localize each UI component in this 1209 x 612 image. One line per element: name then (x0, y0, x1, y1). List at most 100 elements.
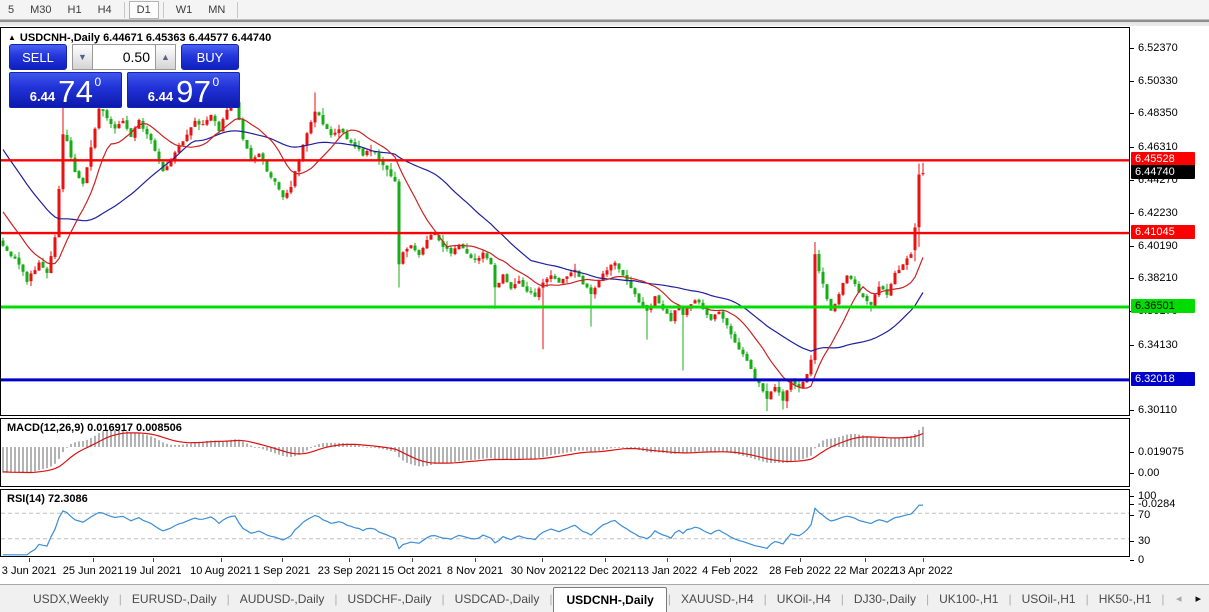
date-label: 30 Nov 2021 (510, 565, 574, 577)
axis-tick (1130, 541, 1134, 542)
date-label: 23 Sep 2021 (317, 565, 381, 577)
axis-tick (1130, 213, 1134, 214)
axis-price-label: 6.50330 (1138, 75, 1178, 87)
axis-tick (1130, 345, 1134, 346)
timeframe-button-5[interactable]: 5 (0, 1, 22, 19)
axis-price-label: 6.42230 (1138, 207, 1178, 219)
axis-tick (1130, 180, 1134, 181)
timeframe-toolbar: 5 M30 H1 H4 D1 W1 MN (0, 0, 1209, 20)
axis-price-label: 0 (1138, 554, 1145, 566)
date-tick (412, 558, 413, 562)
date-label: 22 Dec 2021 (573, 565, 637, 577)
price-tag: 6.36501 (1131, 299, 1195, 313)
symbol-tab-ukoil-h4[interactable]: UKOil-,H4 (768, 587, 840, 611)
axis-tick (1130, 473, 1134, 474)
axis-tick (1130, 81, 1134, 82)
axis-tick (1130, 246, 1134, 247)
date-tick (475, 558, 476, 562)
axis-tick (1130, 504, 1134, 505)
collapse-arrow-icon[interactable]: ▲ (8, 33, 16, 42)
symbol-tab-dj30-daily[interactable]: DJ30-,Daily (845, 587, 925, 611)
date-label: 28 Feb 2022 (769, 565, 831, 577)
sell-price-point: 0 (94, 75, 102, 89)
tab-scroll-controls: ◂ ▸ (1168, 585, 1209, 612)
symbol-tab-eurusd-daily[interactable]: EURUSD-,Daily (123, 587, 226, 611)
toolbar-separator (162, 1, 164, 18)
chart-title: ▲ USDCNH-,Daily 6.44671 6.45363 6.44577 6… (8, 32, 271, 44)
axis-tick (1130, 452, 1134, 453)
symbol-tab-uk100-h1[interactable]: UK100-,H1 (930, 587, 1007, 611)
volume-input[interactable] (93, 44, 155, 70)
rsi-label: RSI(14) 72.3086 (7, 493, 88, 505)
date-tick (800, 558, 801, 562)
buy-button[interactable]: BUY (181, 44, 239, 70)
date-tick (542, 558, 543, 562)
symbol-tab-usdcad-daily[interactable]: USDCAD-,Daily (446, 587, 549, 611)
timeframe-button-w1[interactable]: W1 (168, 1, 201, 19)
axis-tick (1130, 410, 1134, 411)
date-tick (153, 558, 154, 562)
timeframe-button-mn[interactable]: MN (200, 1, 233, 19)
axis-tick (1130, 113, 1134, 114)
axis-price-label: 0.019075 (1138, 446, 1184, 458)
price-chart-panel: ▲ USDCNH-,Daily 6.44671 6.45363 6.44577 6… (0, 27, 1130, 416)
axis-tick (1130, 278, 1134, 279)
date-label: 4 Feb 2022 (702, 565, 758, 577)
axis-price-label: 6.52370 (1138, 42, 1178, 54)
axis-price-label: 0.00 (1138, 467, 1160, 479)
timeframe-button-m30[interactable]: M30 (22, 1, 59, 19)
sell-price-prefix: 6.44 (29, 88, 56, 104)
price-axis: 6.52370 6.50330 6.48350 6.46310 6.44270 6.422… (1130, 27, 1209, 584)
buy-price-point: 0 (212, 75, 220, 89)
timeframe-button-h4[interactable]: H4 (90, 1, 120, 19)
symbol-tab-usoil-h1[interactable]: USOil-,H1 (1013, 587, 1085, 611)
date-label: 1 Sep 2021 (253, 565, 311, 577)
volume-increase-button[interactable]: ▲ (155, 44, 176, 70)
date-label: 25 Jun 2021 (62, 565, 124, 577)
axis-tick (1130, 496, 1134, 497)
sell-price-pips: 74 (58, 73, 94, 109)
date-label: 13 Apr 2022 (893, 565, 953, 577)
axis-tick (1130, 147, 1134, 148)
tabs-scroll-left-icon[interactable]: ◂ (1176, 592, 1182, 605)
toolbar-separator (237, 1, 239, 18)
axis-price-label: 6.48350 (1138, 107, 1178, 119)
date-label: 8 Nov 2021 (446, 565, 504, 577)
symbol-tab-usdx-weekly[interactable]: USDX,Weekly (24, 587, 118, 611)
axis-tick (1130, 560, 1134, 561)
sell-button[interactable]: SELL (9, 44, 67, 70)
symbol-tab-usdcnh-daily[interactable]: USDCNH-,Daily (553, 587, 667, 612)
date-tick (93, 558, 94, 562)
timeframe-button-d1[interactable]: D1 (128, 0, 159, 19)
axis-price-label: 6.40190 (1138, 240, 1178, 252)
axis-price-label: 100 (1138, 490, 1157, 502)
symbol-tab-audusd-daily[interactable]: AUDUSD-,Daily (231, 587, 334, 611)
date-tick (605, 558, 606, 562)
date-tick (349, 558, 350, 562)
symbol-tab-usdchf-daily[interactable]: USDCHF-,Daily (339, 587, 441, 611)
date-label: 15 Oct 2021 (382, 565, 442, 577)
chart-title-ohlc: 6.44671 6.45363 6.44577 6.44740 (103, 32, 272, 44)
axis-price-label: 6.38210 (1138, 272, 1178, 284)
rsi-chart (1, 504, 1129, 556)
symbol-tabbar-container: USDX,Weekly | EURUSD-,Daily | AUDUSD-,Daily |… (0, 584, 1209, 612)
date-tick (221, 558, 222, 562)
axis-price-label: 6.34130 (1138, 339, 1178, 351)
date-tick (730, 558, 731, 562)
chart-title-symbol: USDCNH-,Daily (19, 32, 100, 44)
tabs-scroll-right-icon[interactable]: ▸ (1195, 592, 1201, 605)
axis-price-label: 6.30110 (1138, 404, 1177, 416)
chevron-up-icon: ▲ (161, 52, 170, 62)
sell-price-button[interactable]: 6.44 74 0 (9, 72, 122, 108)
buy-price-button[interactable]: 6.44 97 0 (127, 72, 240, 108)
rsi-panel: RSI(14) 72.3086 (0, 489, 1130, 557)
volume-decrease-button[interactable]: ▼ (72, 44, 93, 70)
symbol-tab-hk50-h1[interactable]: HK50-,H1 (1090, 587, 1161, 611)
symbol-tab-xauusd-h4[interactable]: XAUUSD-,H4 (672, 587, 763, 611)
buy-price-prefix: 6.44 (147, 88, 174, 104)
date-label: 19 Jul 2021 (124, 565, 182, 577)
axis-tick (1130, 48, 1134, 49)
date-tick (282, 558, 283, 562)
timeframe-button-h1[interactable]: H1 (60, 1, 90, 19)
axis-price-label: 30 (1138, 535, 1151, 547)
